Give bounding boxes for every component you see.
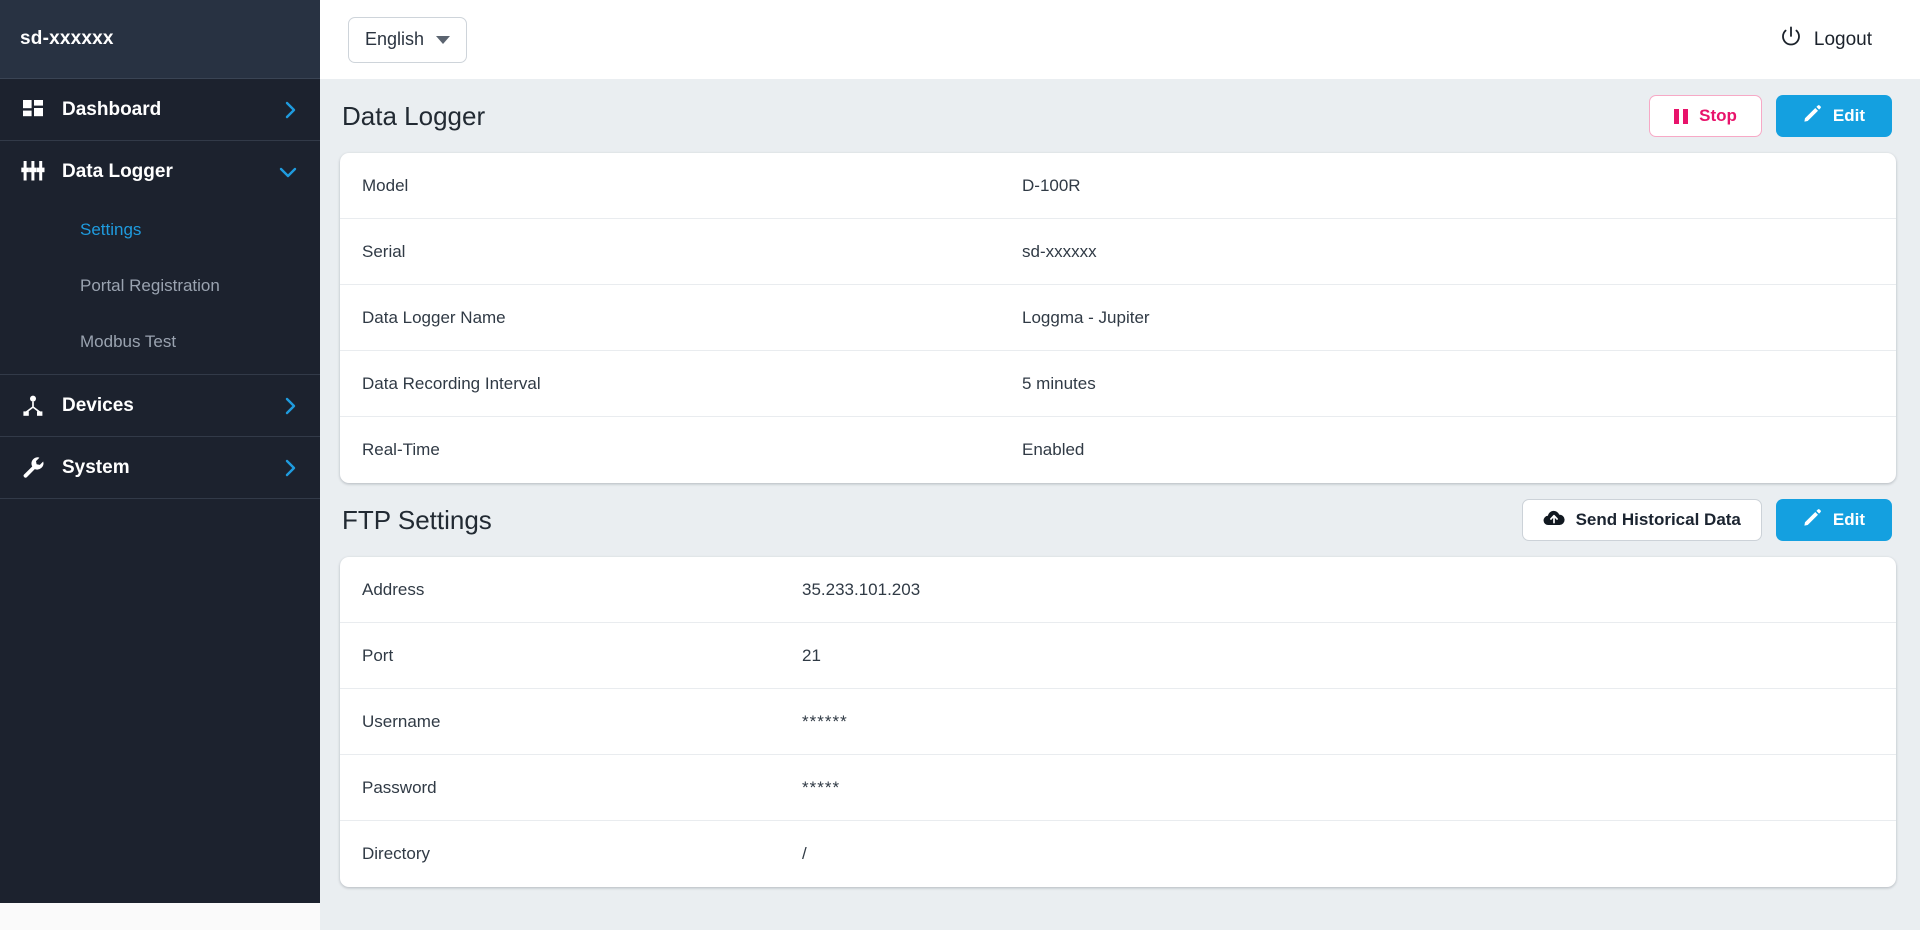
pencil-icon (1803, 104, 1822, 128)
topbar: English Logout (320, 0, 1920, 79)
nav-group-system: System (0, 437, 320, 499)
logout-label: Logout (1813, 28, 1872, 50)
nav-group-data-logger: Data Logger Settings Portal Registration… (0, 141, 320, 375)
table-row: Password ***** (340, 755, 1896, 821)
sidebar-header: sd-xxxxxx (0, 0, 320, 79)
stop-button-label: Stop (1699, 106, 1737, 125)
sidebar-subitem-portal-registration[interactable]: Portal Registration (0, 258, 320, 314)
sidebar: sd-xxxxxx Dashboard Data Logger Settings… (0, 0, 320, 903)
row-label: Model (362, 175, 409, 195)
sidebar-brand: sd-xxxxxx (20, 28, 114, 49)
row-label: Directory (362, 844, 431, 863)
device-network-icon (18, 393, 48, 419)
subnav-data-logger: Settings Portal Registration Modbus Test (0, 202, 320, 374)
pause-icon (1674, 108, 1689, 124)
table-row: Address 35.233.101.203 (340, 557, 1896, 623)
edit-button-label: Edit (1832, 106, 1865, 125)
section-header-data-logger: Data Logger Stop Edit (340, 79, 1896, 153)
sidebar-subitem-label: Portal Registration (80, 276, 220, 295)
row-label: Password (362, 777, 437, 797)
row-value: / (802, 844, 807, 863)
chevron-right-icon (284, 100, 298, 120)
pencil-icon (1803, 508, 1822, 532)
send-historical-data-label: Send Historical Data (1575, 510, 1741, 529)
send-historical-data-button[interactable]: Send Historical Data (1521, 499, 1762, 541)
logout-button[interactable]: Logout (1780, 26, 1896, 54)
row-value: ****** (802, 711, 848, 731)
sidebar-item-label: System (62, 456, 130, 478)
sidebar-item-devices[interactable]: Devices (0, 375, 320, 436)
sidebar-item-dashboard[interactable]: Dashboard (0, 79, 320, 140)
row-label: Data Logger Name (362, 307, 506, 327)
row-value: 21 (802, 645, 821, 665)
row-value: Loggma - Jupiter (1022, 307, 1150, 327)
chevron-down-icon (278, 165, 298, 179)
sidebar-item-label: Dashboard (62, 98, 162, 120)
edit-data-logger-button[interactable]: Edit (1775, 95, 1892, 137)
stop-button[interactable]: Stop (1649, 95, 1762, 137)
row-label: Address (362, 579, 425, 599)
row-value: 5 minutes (1022, 373, 1096, 393)
nav-group-devices: Devices (0, 375, 320, 437)
sidebar-subitem-modbus-test[interactable]: Modbus Test (0, 314, 320, 370)
sidebar-subitem-label: Modbus Test (80, 332, 177, 351)
sidebar-subitem-label: Settings (80, 220, 142, 239)
chevron-down-icon (436, 35, 451, 44)
main-area: English Logout Data Logger Stop Edit Mod… (320, 0, 1920, 930)
table-row: Model D-100R (340, 153, 1896, 219)
wrench-icon (18, 455, 48, 481)
chevron-right-icon (284, 396, 298, 416)
row-value: ***** (802, 777, 841, 797)
table-row: Serial sd-xxxxxx (340, 219, 1896, 285)
row-label: Serial (362, 241, 406, 261)
table-row: Data Logger Name Loggma - Jupiter (340, 285, 1896, 351)
edit-ftp-settings-button[interactable]: Edit (1775, 499, 1892, 541)
row-label: Data Recording Interval (362, 373, 541, 393)
data-logger-table: Model D-100R Serial sd-xxxxxx Data Logge… (340, 153, 1896, 483)
cloud-upload-icon (1543, 509, 1565, 531)
edit-button-label: Edit (1832, 510, 1865, 529)
table-row: Real-Time Enabled (340, 417, 1896, 483)
language-selector-value: English (365, 29, 425, 49)
section-actions-ftp: Send Historical Data Edit (1521, 499, 1892, 541)
nav-group-dashboard: Dashboard (0, 79, 320, 141)
table-row: Port 21 (340, 623, 1896, 689)
ftp-settings-table: Address 35.233.101.203 Port 21 Username … (340, 557, 1896, 887)
sidebar-item-label: Data Logger (62, 160, 173, 182)
sidebar-item-system[interactable]: System (0, 437, 320, 498)
sliders-icon (18, 159, 48, 185)
table-row: Directory / (340, 821, 1896, 887)
section-title-ftp: FTP Settings (342, 504, 492, 535)
content-scroll: Data Logger Stop Edit Model D-100R Seria… (320, 79, 1920, 930)
row-label: Username (362, 711, 441, 731)
section-actions-data-logger: Stop Edit (1649, 95, 1892, 137)
table-row: Username ****** (340, 689, 1896, 755)
power-icon (1780, 26, 1802, 54)
section-header-ftp-settings: FTP Settings Send Historical Data Edit (340, 483, 1896, 557)
row-value: sd-xxxxxx (1022, 241, 1097, 261)
sidebar-item-data-logger[interactable]: Data Logger (0, 141, 320, 202)
page-title: Data Logger (342, 100, 486, 131)
row-label: Port (362, 645, 394, 665)
row-value: 35.233.101.203 (802, 579, 921, 599)
row-value: Enabled (1022, 440, 1085, 459)
table-row: Data Recording Interval 5 minutes (340, 351, 1896, 417)
app-root: sd-xxxxxx Dashboard Data Logger Settings… (0, 0, 1920, 930)
language-selector[interactable]: English (348, 16, 468, 63)
sidebar-subitem-settings[interactable]: Settings (0, 202, 320, 258)
row-value: D-100R (1022, 175, 1081, 195)
grid-dashboard-icon (18, 97, 48, 123)
row-label: Real-Time (362, 440, 440, 459)
sidebar-item-label: Devices (62, 394, 134, 416)
chevron-right-icon (284, 458, 298, 478)
